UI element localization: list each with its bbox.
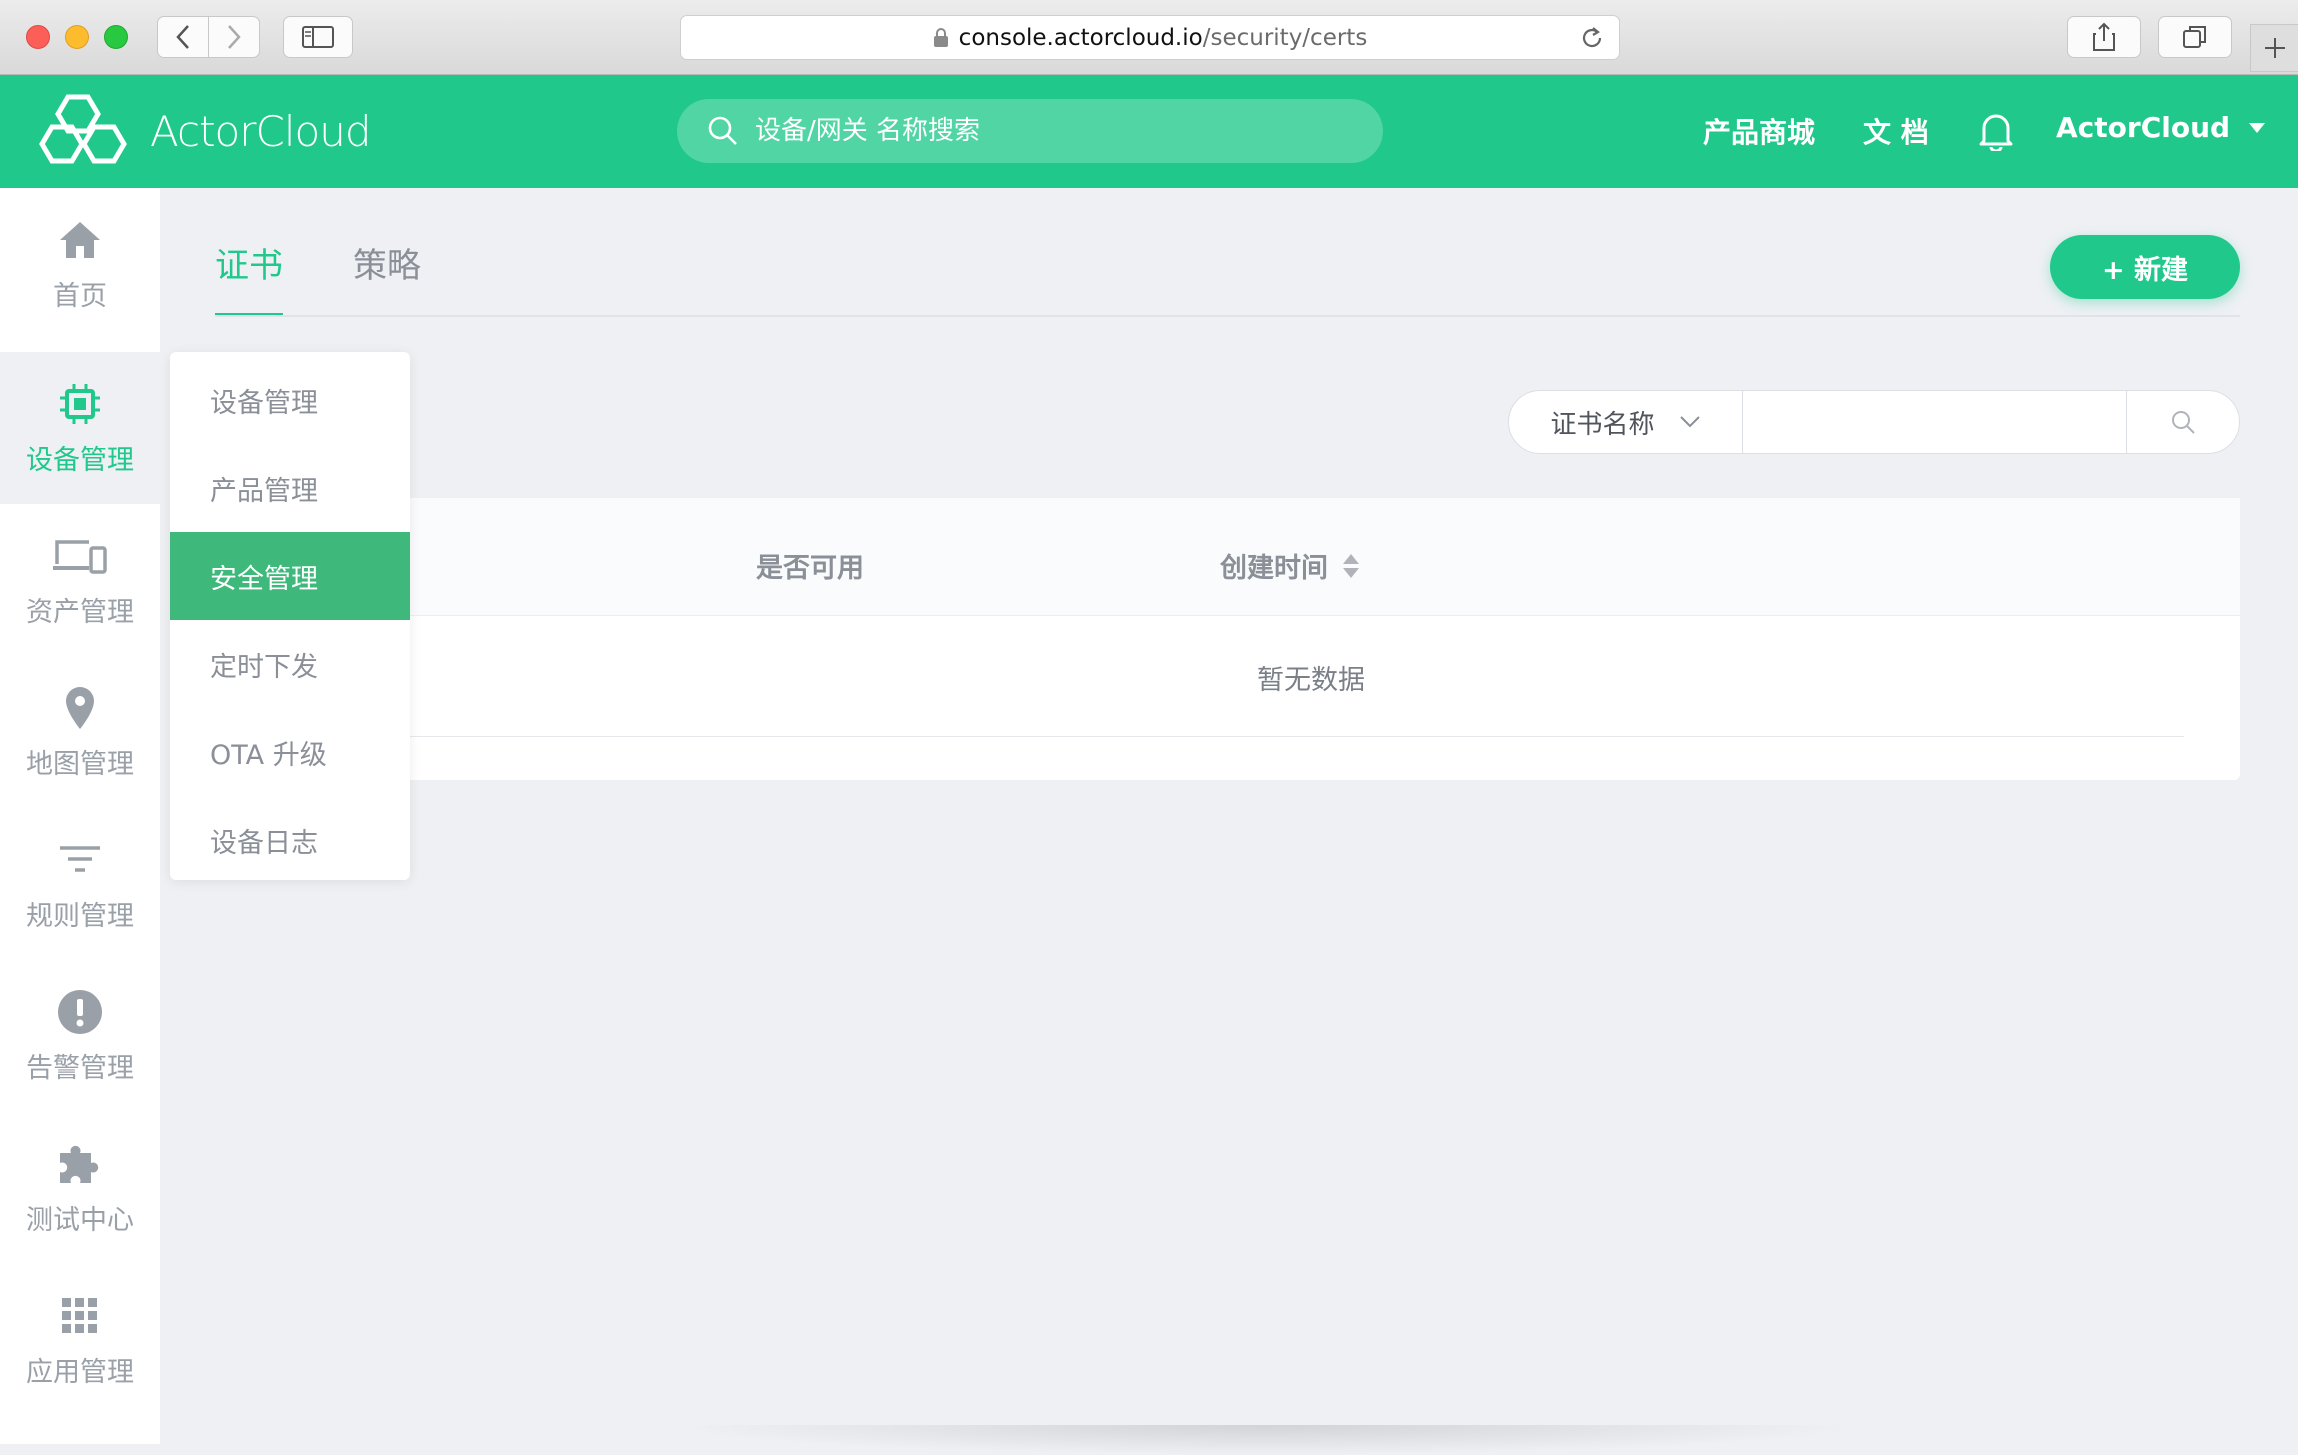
- sidebar-toggle-button[interactable]: [283, 16, 353, 58]
- filter-select-value: 证书名称: [1550, 409, 1655, 440]
- sidebar-item-label: 应用管理: [26, 1356, 134, 1388]
- submenu-item-device-management[interactable]: 设备管理: [170, 356, 410, 444]
- sidebar-icon: [302, 26, 334, 48]
- search-icon: [2172, 411, 2195, 434]
- filter-search-button[interactable]: [2127, 391, 2239, 453]
- sidebar-item-label: 规则管理: [26, 900, 134, 932]
- zoom-window-button[interactable]: [104, 25, 128, 49]
- new-button[interactable]: + 新建: [2050, 235, 2240, 299]
- url-host: console.actorcloud.io: [958, 24, 1203, 51]
- table-row-divider: [400, 736, 2184, 737]
- minimize-window-button[interactable]: [65, 25, 89, 49]
- alert-icon: [57, 988, 103, 1036]
- forward-button[interactable]: [208, 16, 260, 58]
- tab-policies[interactable]: 策略: [353, 238, 421, 317]
- column-header-available[interactable]: 是否可用: [756, 546, 864, 585]
- empty-state-text: 暂无数据: [1257, 665, 1365, 696]
- map-pin-icon: [63, 684, 97, 732]
- submenu-item-security-management[interactable]: 安全管理: [170, 532, 410, 620]
- submenu-item-scheduled-publish[interactable]: 定时下发: [170, 620, 410, 708]
- tabs: 证书 策略: [215, 238, 491, 317]
- back-button[interactable]: [157, 16, 209, 58]
- app-header: ActorCloud 产品商城 文 档 ActorCloud: [0, 75, 2298, 188]
- filter-input[interactable]: [1743, 391, 2127, 453]
- sidebar-item-asset-management[interactable]: 资产管理: [0, 504, 160, 656]
- sidebar-item-label: 资产管理: [26, 596, 134, 628]
- certs-table: 是否可用 创建时间 暂无数据: [400, 498, 2240, 780]
- bottom-shadow: [670, 1425, 1860, 1455]
- bell-icon[interactable]: [1978, 109, 2014, 151]
- new-tab-button[interactable]: [2250, 24, 2298, 72]
- grid-icon: [60, 1292, 100, 1340]
- submenu-item-device-logs[interactable]: 设备日志: [170, 796, 410, 884]
- tabs-icon: [2183, 26, 2206, 48]
- sort-icon[interactable]: [1342, 553, 1360, 579]
- sidebar-item-test-center[interactable]: 测试中心: [0, 1112, 160, 1264]
- reload-icon[interactable]: [1579, 25, 1605, 51]
- nav-docs[interactable]: 文 档: [1863, 111, 1929, 151]
- sidebar-item-label: 设备管理: [26, 444, 134, 476]
- chevron-down-icon: [1679, 416, 1700, 428]
- search-input[interactable]: [755, 116, 1315, 146]
- share-icon: [2093, 22, 2115, 51]
- user-name: ActorCloud: [2056, 111, 2231, 144]
- devices-icon: [53, 532, 107, 580]
- user-menu[interactable]: ActorCloud: [2056, 111, 2266, 144]
- device-search[interactable]: [677, 99, 1383, 163]
- search-icon: [708, 116, 737, 145]
- logo-hexagon-icon: [39, 94, 127, 164]
- tab-divider: [215, 315, 2240, 317]
- sidebar-item-label: 测试中心: [26, 1204, 134, 1236]
- device-submenu: 设备管理 产品管理 安全管理 定时下发 OTA 升级 设备日志: [170, 352, 410, 880]
- share-button[interactable]: [2067, 16, 2141, 58]
- sidebar-item-label: 首页: [53, 280, 107, 312]
- browser-chrome: console.actorcloud.io/security/certs: [0, 0, 2298, 75]
- chevron-left-icon: [176, 25, 189, 49]
- home-icon: [58, 216, 102, 264]
- close-window-button[interactable]: [26, 25, 50, 49]
- filter-field-select[interactable]: 证书名称: [1509, 391, 1743, 453]
- puzzle-icon: [56, 1140, 104, 1188]
- caret-down-icon: [2249, 122, 2266, 133]
- plus-icon: [2264, 38, 2285, 58]
- filter-icon: [58, 836, 102, 884]
- url-path: /security/certs: [1202, 24, 1368, 51]
- nav-product-store[interactable]: 产品商城: [1703, 111, 1815, 151]
- sidebar-item-device-management[interactable]: 设备管理: [0, 352, 160, 504]
- logo-text: ActorCloud: [150, 106, 371, 156]
- column-header-label: 创建时间: [1220, 553, 1328, 584]
- search-filter: 证书名称: [1508, 390, 2240, 454]
- sidebar-item-home[interactable]: 首页: [0, 188, 160, 340]
- chip-icon: [58, 380, 102, 428]
- sidebar: 首页 设备管理 资产管理 地图管理 规则管理 告警管理 测试中心 应用管理: [0, 188, 160, 1444]
- address-bar[interactable]: console.actorcloud.io/security/certs: [680, 15, 1620, 60]
- sidebar-item-label: 告警管理: [26, 1052, 134, 1084]
- tab-certificates[interactable]: 证书: [215, 238, 283, 317]
- sidebar-item-alert-management[interactable]: 告警管理: [0, 960, 160, 1112]
- lock-icon: [933, 27, 948, 47]
- column-header-created-time[interactable]: 创建时间: [1220, 546, 1360, 585]
- submenu-item-product-management[interactable]: 产品管理: [170, 444, 410, 532]
- sidebar-item-rule-management[interactable]: 规则管理: [0, 808, 160, 960]
- sidebar-item-label: 地图管理: [26, 748, 134, 780]
- chevron-right-icon: [228, 25, 241, 49]
- logo[interactable]: ActorCloud: [38, 93, 371, 169]
- sidebar-item-map-management[interactable]: 地图管理: [0, 656, 160, 808]
- sidebar-item-app-management[interactable]: 应用管理: [0, 1264, 160, 1416]
- submenu-item-ota-upgrade[interactable]: OTA 升级: [170, 708, 410, 796]
- table-header: 是否可用 创建时间: [400, 498, 2240, 616]
- tab-overview-button[interactable]: [2158, 16, 2232, 58]
